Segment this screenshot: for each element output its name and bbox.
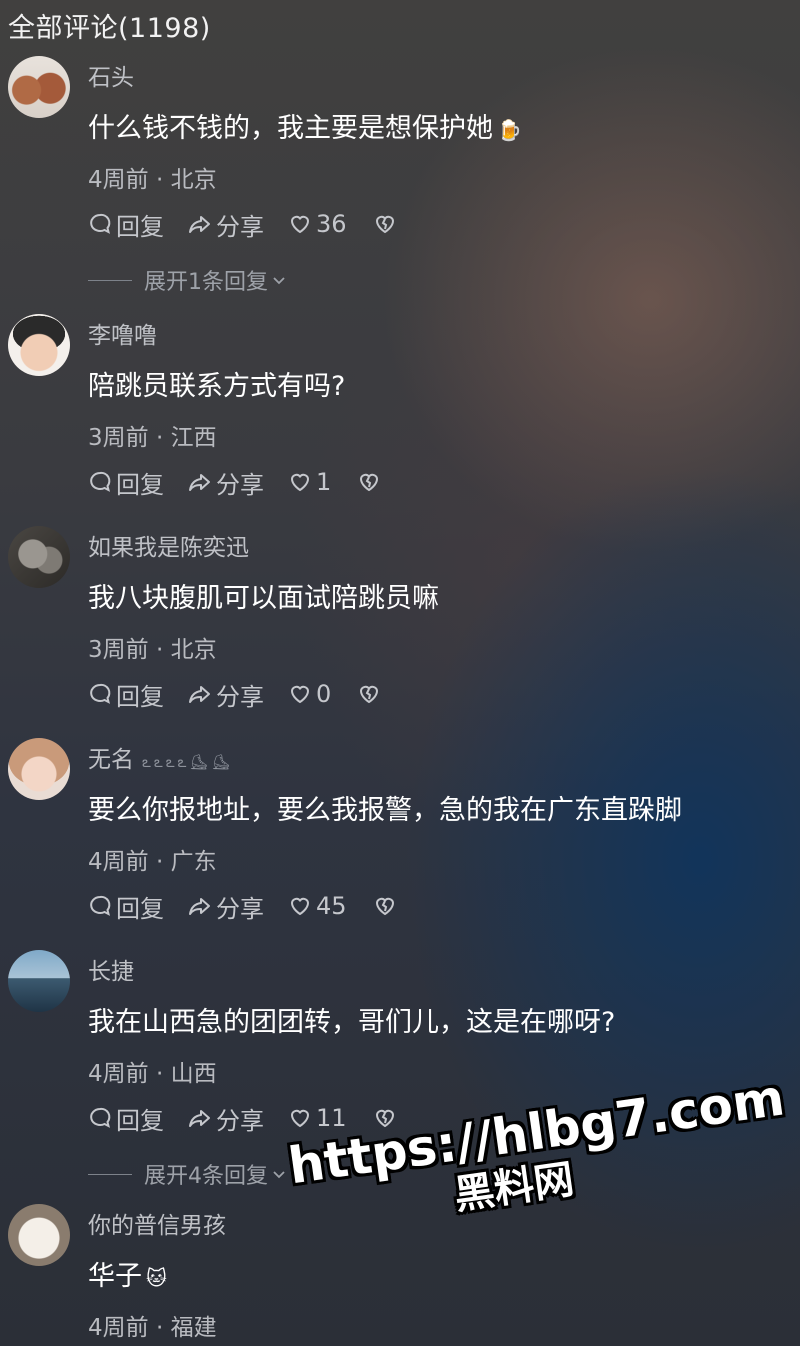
- reply-icon: [90, 895, 111, 916]
- username[interactable]: 无名 ఽఽఽఽ⛸⛸: [88, 740, 234, 775]
- comment-meta: 3周前 · 江西: [88, 425, 217, 451]
- reply-icon: [90, 683, 111, 704]
- reply-button[interactable]: 回复: [88, 465, 164, 500]
- like-count: 36: [316, 210, 347, 238]
- expand-replies[interactable]: 展开4条回复: [88, 1158, 286, 1190]
- divider: [88, 1173, 132, 1175]
- broken-heart-icon: [360, 685, 379, 704]
- reply-button[interactable]: 回复: [88, 1101, 164, 1136]
- reply-button[interactable]: 回复: [88, 889, 164, 924]
- comment-meta: 4周前 · 山西: [88, 1061, 217, 1087]
- comments-header: 全部评论(1198): [8, 13, 211, 44]
- comment-text: 什么钱不钱的，我主要是想保护她 🍺: [88, 113, 522, 144]
- comment-meta: 3周前 · 北京: [88, 637, 217, 663]
- chevron-down-icon: [273, 1171, 285, 1179]
- reply-icon: [90, 213, 111, 234]
- cat-emoji-icon: 🐱: [146, 1266, 167, 1290]
- comment-text: 陪跳员联系方式有吗?: [88, 371, 346, 402]
- comment-text: 华子 🐱: [88, 1261, 167, 1292]
- like-button[interactable]: 45: [288, 892, 347, 920]
- like-button[interactable]: 1: [288, 468, 331, 496]
- username-decoration: ఽఽఽఽ⛸⛸: [142, 753, 234, 771]
- share-button[interactable]: 分享: [188, 889, 264, 924]
- comment-actions: 回复 分享 1: [88, 465, 409, 500]
- share-icon: [189, 898, 210, 915]
- username[interactable]: 石头: [88, 58, 134, 92]
- like-button[interactable]: 0: [288, 680, 331, 708]
- reply-button[interactable]: 回复: [88, 677, 164, 712]
- avatar[interactable]: [8, 526, 70, 588]
- like-count: 1: [316, 468, 332, 496]
- comment-meta: 4周前 · 福建: [88, 1315, 217, 1341]
- dislike-button[interactable]: [357, 470, 385, 494]
- like-count: 45: [316, 892, 347, 920]
- avatar[interactable]: [8, 314, 70, 376]
- comment-actions: 回复 分享 36: [88, 207, 425, 242]
- like-button[interactable]: 36: [288, 210, 347, 238]
- heart-icon: [290, 1109, 310, 1128]
- heart-icon: [290, 215, 310, 234]
- dislike-button[interactable]: [373, 894, 401, 918]
- comment-actions: 回复 分享 0: [88, 677, 409, 712]
- comment-meta: 4周前 · 广东: [88, 849, 217, 875]
- username[interactable]: 李噜噜: [88, 316, 157, 350]
- share-icon: [189, 1110, 210, 1127]
- divider: [88, 279, 132, 281]
- share-button[interactable]: 分享: [188, 465, 264, 500]
- comment-text: 我在山西急的团团转，哥们儿，这是在哪呀?: [88, 1007, 616, 1038]
- share-icon: [189, 216, 210, 233]
- share-icon: [189, 686, 210, 703]
- reply-icon: [90, 1107, 111, 1128]
- like-count: 0: [316, 680, 332, 708]
- comment-meta: 4周前 · 北京: [88, 167, 217, 193]
- share-button[interactable]: 分享: [188, 677, 264, 712]
- chevron-down-icon: [273, 277, 285, 285]
- avatar[interactable]: [8, 56, 70, 118]
- watermark: https://hlbg7.com 黑料网: [285, 1068, 788, 1241]
- beer-emoji-icon: 🍺: [497, 118, 522, 142]
- broken-heart-icon: [375, 215, 394, 234]
- reply-button[interactable]: 回复: [88, 207, 164, 242]
- expand-replies[interactable]: 展开1条回复: [88, 264, 286, 296]
- like-button[interactable]: 11: [288, 1104, 347, 1132]
- avatar[interactable]: [8, 738, 70, 800]
- share-icon: [189, 474, 210, 491]
- comment-text: 要么你报地址，要么我报警，急的我在广东直跺脚: [88, 795, 682, 826]
- reply-icon: [90, 471, 111, 492]
- heart-icon: [290, 897, 310, 916]
- heart-icon: [290, 473, 310, 492]
- username[interactable]: 长捷: [88, 952, 134, 986]
- share-button[interactable]: 分享: [188, 207, 264, 242]
- share-button[interactable]: 分享: [188, 1101, 264, 1136]
- broken-heart-icon: [375, 897, 394, 916]
- username[interactable]: 如果我是陈奕迅: [88, 528, 249, 562]
- dislike-button[interactable]: [373, 212, 401, 236]
- avatar[interactable]: [8, 950, 70, 1012]
- broken-heart-icon: [360, 473, 379, 492]
- like-count: 11: [316, 1104, 347, 1132]
- comment-text: 我八块腹肌可以面试陪跳员嘛: [88, 583, 439, 614]
- dislike-button[interactable]: [357, 682, 385, 706]
- username[interactable]: 你的普信男孩: [88, 1206, 226, 1240]
- comment-actions: 回复 分享 45: [88, 889, 425, 924]
- avatar[interactable]: [8, 1204, 70, 1266]
- heart-icon: [290, 685, 310, 704]
